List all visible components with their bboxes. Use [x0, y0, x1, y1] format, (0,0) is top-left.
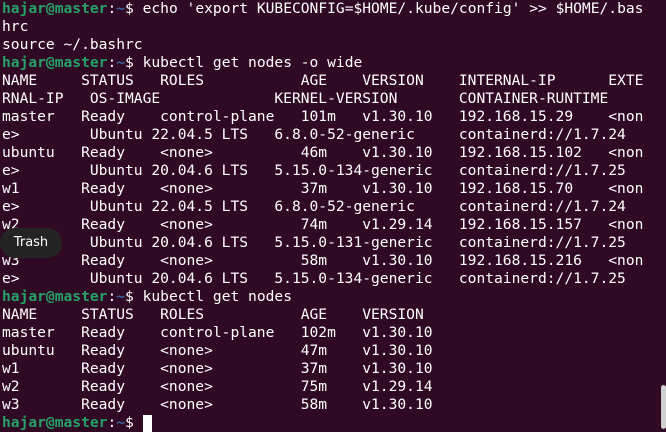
table-row: w3 Ready <none> 58m v1.30.10	[2, 396, 433, 413]
command-text: kubectl get nodes	[133, 288, 292, 305]
table-row: w3 Ready <none> 58m v1.30.10 192.168.15.…	[2, 252, 644, 269]
table-row: e> Ubuntu 20.04.6 LTS 5.15.0-134-generic…	[2, 162, 626, 179]
prompt-symbol: $	[125, 0, 134, 17]
prompt-symbol: $	[125, 54, 134, 71]
prompt-line-get-nodes-wide: hajar@master:~$ kubectl get nodes -o wid…	[2, 54, 362, 72]
prompt-separator: :	[107, 54, 117, 71]
table-row: e> Ubuntu 20.04.6 LTS 5.15.0-131-generic…	[2, 234, 626, 251]
prompt-line-echo: hajar@master:~$ echo 'export KUBECONFIG=…	[2, 0, 643, 18]
table-header: RNAL-IP OS-IMAGE KERNEL-VERSION CONTAINE…	[2, 90, 609, 107]
prompt-path: ~	[116, 288, 126, 305]
trash-tooltip: Trash	[0, 228, 62, 258]
table-row: ubuntu Ready <none> 46m v1.30.10 192.168…	[2, 144, 644, 161]
prompt-separator: :	[107, 288, 117, 305]
table-header: NAME STATUS ROLES AGE VERSION INTERNAL-I…	[2, 72, 644, 89]
table-row: ubuntu Ready <none> 47m v1.30.10	[2, 342, 433, 359]
table-row: w1 Ready <none> 37m v1.30.10	[2, 360, 433, 377]
table-row: master Ready control-plane 102m v1.30.10	[2, 324, 433, 341]
table-row: e> Ubuntu 20.04.6 LTS 5.15.0-134-generic…	[2, 270, 626, 287]
prompt-user-host: hajar@master	[2, 288, 108, 305]
prompt-line-current[interactable]: hajar@master:~$	[2, 414, 152, 432]
prompt-path: ~	[116, 0, 126, 17]
table-row: w1 Ready <none> 37m v1.30.10 192.168.15.…	[2, 180, 644, 197]
table-row: master Ready control-plane 101m v1.30.10…	[2, 108, 644, 125]
table-row: w2 Ready <none> 74m v1.29.14 192.168.15.…	[2, 216, 644, 233]
prompt-symbol: $	[125, 288, 134, 305]
scrollbar-thumb[interactable]	[661, 385, 666, 429]
output-line: hrc	[2, 18, 29, 35]
command-text: kubectl get nodes -o wide	[133, 54, 363, 71]
table-row: w2 Ready <none> 75m v1.29.14	[2, 378, 433, 395]
prompt-user-host: hajar@master	[2, 54, 108, 71]
prompt-line-get-nodes: hajar@master:~$ kubectl get nodes	[2, 288, 292, 306]
command-text: echo 'export KUBECONFIG=$HOME/.kube/conf…	[133, 0, 644, 17]
output-line: source ~/.bashrc	[2, 36, 143, 53]
table-row: e> Ubuntu 22.04.5 LTS 6.8.0-52-generic c…	[2, 198, 626, 215]
prompt-separator: :	[107, 0, 117, 17]
table-row: e> Ubuntu 22.04.5 LTS 6.8.0-52-generic c…	[2, 126, 626, 143]
prompt-path: ~	[116, 414, 126, 431]
terminal-window[interactable]: hajar@master:~$ echo 'export KUBECONFIG=…	[2, 0, 666, 432]
table-header: NAME STATUS ROLES AGE VERSION	[2, 306, 424, 323]
prompt-separator: :	[107, 414, 117, 431]
prompt-symbol: $	[125, 414, 134, 431]
prompt-path: ~	[116, 54, 126, 71]
prompt-user-host: hajar@master	[2, 414, 108, 431]
prompt-user-host: hajar@master	[2, 0, 108, 17]
text-cursor[interactable]	[142, 415, 152, 432]
